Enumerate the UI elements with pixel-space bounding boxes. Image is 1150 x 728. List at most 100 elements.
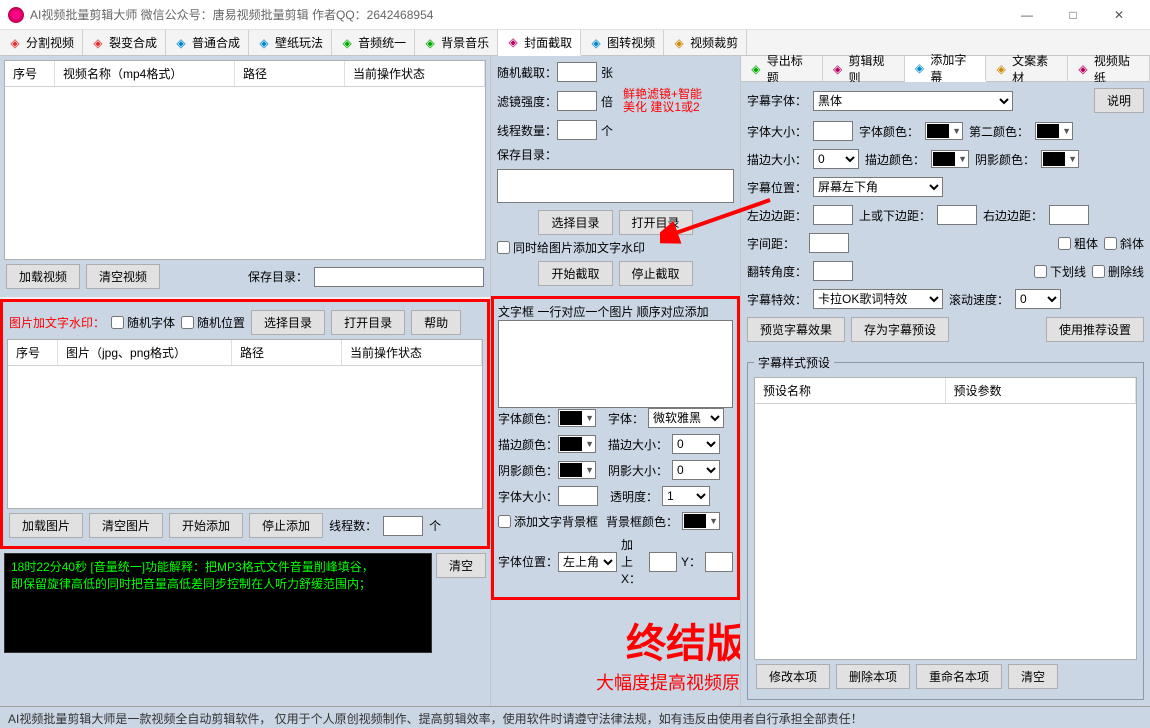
rename-item-button[interactable]: 重命名本项 [916,664,1002,689]
bg-color-picker[interactable]: ▼ [682,512,720,530]
tab-icon: ◈ [589,36,603,50]
right-tab-4[interactable]: ◈视频贴纸 [1068,56,1150,81]
shadow-size-select[interactable]: 0 [672,460,720,480]
col-status: 当前操作状态 [345,61,485,86]
load-image-button[interactable]: 加载图片 [9,513,83,538]
right-stroke-size-select[interactable]: 0 [813,149,859,169]
start-capture-button[interactable]: 开始截取 [538,261,612,286]
underline-checkbox[interactable]: 下划线 [1034,263,1086,280]
main-tab-7[interactable]: ◈图转视频 [581,30,664,55]
subtitle-pos-select[interactable]: 屏幕左下角 [813,177,943,197]
clear-image-button[interactable]: 清空图片 [89,513,163,538]
mid-open-dir-button[interactable]: 打开目录 [619,210,693,235]
main-tab-4[interactable]: ◈音频统一 [332,30,415,55]
save-preset-button[interactable]: 存为字幕预设 [851,317,949,342]
subtitle-font-select[interactable]: 黑体 [813,91,1013,111]
main-tab-1[interactable]: ◈裂变合成 [83,30,166,55]
video-table: 序号 视频名称（mp4格式） 路径 当前操作状态 [4,60,486,260]
maximize-button[interactable]: □ [1050,0,1096,30]
mid-font-size-input[interactable] [558,486,598,506]
strikethrough-checkbox[interactable]: 删除线 [1092,263,1144,280]
right-shadow-color-picker[interactable]: ▼ [1041,150,1079,168]
font-pos-select[interactable]: 左上角 [558,552,617,572]
stroke-color-picker[interactable]: ▼ [558,435,596,453]
explain-button[interactable]: 说明 [1094,88,1144,113]
help-button[interactable]: 帮助 [411,310,461,335]
right-tab-1[interactable]: ◈剪辑规则 [823,56,905,81]
opacity-select[interactable]: 1 [662,486,710,506]
right-tab-3[interactable]: ◈文案素材 [986,56,1068,81]
mid-select-dir-button[interactable]: 选择目录 [538,210,612,235]
random-font-checkbox[interactable]: 随机字体 [111,314,175,331]
tab-icon: ◈ [8,36,22,50]
tab-icon: ◈ [994,62,1008,76]
close-button[interactable]: ✕ [1096,0,1142,30]
scroll-speed-select[interactable]: 0 [1015,289,1061,309]
tb-margin-input[interactable] [937,205,977,225]
use-recommend-button[interactable]: 使用推荐设置 [1046,317,1144,342]
footer-text: AI视频批量剪辑大师是一款视频全自动剪辑软件， 仅用于个人原创视频制作、提高剪辑… [0,706,1150,728]
tab-icon: ◈ [749,62,763,76]
select-dir-button[interactable]: 选择目录 [251,310,325,335]
add-x-input[interactable] [649,552,677,572]
effect-select[interactable]: 卡拉OK歌词特效 [813,289,943,309]
stop-add-button[interactable]: 停止添加 [249,513,323,538]
random-pos-checkbox[interactable]: 随机位置 [181,314,245,331]
right-stroke-color-picker[interactable]: ▼ [931,150,969,168]
main-tab-2[interactable]: ◈普通合成 [166,30,249,55]
edit-item-button[interactable]: 修改本项 [756,664,830,689]
col-name: 视频名称（mp4格式） [55,61,235,86]
main-tab-6[interactable]: ◈封面截取 [498,30,581,56]
load-video-button[interactable]: 加载视频 [6,264,80,289]
tab-icon: ◈ [913,61,927,75]
add-bg-box-checkbox[interactable]: 添加文字背景框 [498,513,598,530]
font-select[interactable]: 微软雅黑 [648,408,724,428]
save-dir-input[interactable] [314,267,484,287]
tab-icon: ◈ [672,36,686,50]
font-color-picker[interactable]: ▼ [558,409,596,427]
bold-checkbox[interactable]: 粗体 [1058,235,1098,252]
window-title: AI视频批量剪辑大师 微信公众号：唐易视频批量剪辑 作者QQ：264246895… [30,6,433,23]
right-tab-2[interactable]: ◈添加字幕 [905,56,987,82]
stroke-size-select[interactable]: 0 [672,434,720,454]
filter-strength-input[interactable] [557,91,597,111]
add-y-input[interactable] [705,552,733,572]
open-dir-button[interactable]: 打开目录 [331,310,405,335]
right-font-color-picker[interactable]: ▼ [925,122,963,140]
right-tab-0[interactable]: ◈导出标题 [741,56,823,81]
delete-item-button[interactable]: 删除本项 [836,664,910,689]
tab-icon: ◈ [257,36,271,50]
italic-checkbox[interactable]: 斜体 [1104,235,1144,252]
tab-icon: ◈ [1076,62,1090,76]
clear-preset-button[interactable]: 清空 [1008,664,1058,689]
app-icon [8,7,24,23]
left-margin-input[interactable] [813,205,853,225]
promo-title: 终结版 [626,611,746,669]
right-margin-input[interactable] [1049,205,1089,225]
col-sn: 序号 [5,61,55,86]
clear-video-button[interactable]: 清空视频 [86,264,160,289]
main-tab-8[interactable]: ◈视频裁剪 [664,30,747,55]
rotate-input[interactable] [813,261,853,281]
preview-button[interactable]: 预览字幕效果 [747,317,845,342]
save-dir-textarea[interactable] [497,169,734,203]
right-font-size-input[interactable] [813,121,853,141]
main-tab-5[interactable]: ◈背景音乐 [415,30,498,55]
main-tab-3[interactable]: ◈壁纸玩法 [249,30,332,55]
watermark-text-input[interactable] [498,320,733,408]
col-path: 路径 [235,61,345,86]
tab-icon: ◈ [423,36,437,50]
second-color-picker[interactable]: ▼ [1035,122,1073,140]
letter-spacing-input[interactable] [809,233,849,253]
thread-count-input[interactable] [383,516,423,536]
random-cap-input[interactable] [557,62,597,82]
stop-capture-button[interactable]: 停止截取 [619,261,693,286]
main-tab-0[interactable]: ◈分割视频 [0,30,83,55]
tab-icon: ◈ [506,35,520,49]
clear-log-button[interactable]: 清空 [436,553,486,578]
add-watermark-checkbox[interactable]: 同时给图片添加文字水印 [497,239,645,256]
thread-qty-input[interactable] [557,120,597,140]
shadow-color-picker[interactable]: ▼ [558,461,596,479]
start-add-button[interactable]: 开始添加 [169,513,243,538]
minimize-button[interactable]: ― [1004,0,1050,30]
